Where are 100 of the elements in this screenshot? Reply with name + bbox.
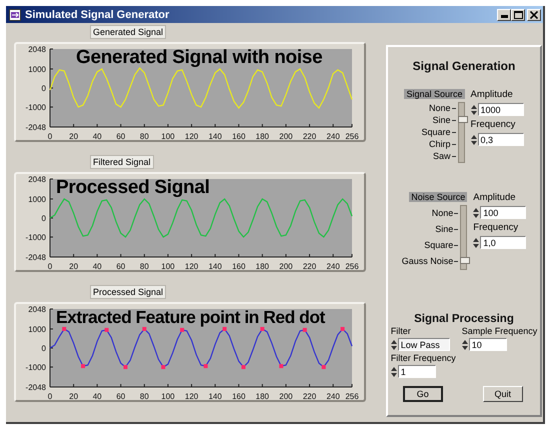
number-field[interactable]: 10 bbox=[468, 338, 507, 351]
y-tick-label: 1000 bbox=[28, 64, 46, 74]
slider-label: Signal Source bbox=[404, 89, 465, 99]
section-title: Signal Generation bbox=[412, 59, 516, 73]
x-tick-label: 0 bbox=[48, 132, 52, 141]
graph-caption: Extracted Feature point in Red dot bbox=[56, 307, 325, 328]
app-icon bbox=[9, 8, 21, 20]
x-tick-label: 120 bbox=[184, 392, 198, 401]
x-tick-label: 180 bbox=[256, 132, 270, 141]
x-tick-label: 20 bbox=[69, 132, 78, 141]
section-title: Signal Processing bbox=[414, 313, 514, 325]
y-tick-label: 2048 bbox=[28, 175, 46, 184]
feature-point bbox=[142, 326, 146, 331]
feature-point bbox=[180, 328, 184, 332]
x-tick-label: 80 bbox=[140, 132, 149, 141]
x-tick-label: 180 bbox=[256, 262, 270, 271]
slider-option[interactable]: Square bbox=[421, 126, 465, 138]
field-label: Amplitude bbox=[470, 89, 514, 100]
x-tick-label: 256 bbox=[345, 132, 359, 141]
x-tick-label: 220 bbox=[302, 392, 316, 401]
x-tick-label: 200 bbox=[279, 392, 293, 401]
field-label: Frequency bbox=[473, 222, 520, 233]
slider-option[interactable]: Gauss Noise bbox=[402, 253, 468, 269]
number-field[interactable]: 100 bbox=[480, 206, 526, 219]
slider-label: Noise Source bbox=[409, 192, 468, 202]
y-tick-label: 0 bbox=[42, 214, 46, 223]
maximize-button[interactable] bbox=[511, 8, 525, 20]
x-tick-label: 140 bbox=[208, 262, 222, 271]
x-tick-label: 220 bbox=[302, 262, 316, 271]
x-tick-label: 20 bbox=[69, 392, 78, 401]
field-label: Sample Frequency bbox=[462, 326, 538, 336]
option-label: Chirp bbox=[429, 139, 451, 149]
slider-option[interactable]: Chirp bbox=[421, 138, 465, 150]
option-label: Square bbox=[421, 127, 451, 137]
window-title: Simulated Signal Generator bbox=[25, 8, 170, 20]
slider-option[interactable]: Saw bbox=[421, 150, 465, 162]
x-tick-label: 220 bbox=[302, 132, 316, 141]
number-field[interactable]: 1,0 bbox=[480, 236, 526, 249]
x-tick-label: 140 bbox=[208, 132, 222, 141]
feature-point bbox=[124, 365, 128, 370]
y-tick-label: 0 bbox=[42, 344, 46, 353]
x-tick-label: 160 bbox=[232, 392, 246, 401]
y-tick-label: -1000 bbox=[26, 363, 46, 372]
feature-point bbox=[322, 365, 326, 370]
x-tick-label: 40 bbox=[92, 392, 102, 401]
y-tick-label: 1000 bbox=[28, 324, 46, 334]
x-tick-label: 60 bbox=[116, 132, 126, 141]
option-label: Gauss Noise bbox=[402, 256, 454, 266]
x-tick-label: 80 bbox=[140, 262, 149, 271]
action-button[interactable]: Quit bbox=[482, 386, 523, 402]
x-tick-label: 40 bbox=[92, 132, 102, 141]
feature-point bbox=[241, 365, 246, 370]
maximize-icon bbox=[514, 10, 522, 18]
action-button[interactable]: Go bbox=[402, 386, 443, 402]
close-icon bbox=[530, 10, 538, 18]
minimize-button[interactable] bbox=[497, 8, 511, 20]
graph-label: Processed Signal bbox=[90, 285, 166, 299]
slider-option[interactable]: None bbox=[402, 205, 468, 221]
y-tick-label: 1000 bbox=[28, 194, 46, 204]
filter-selector[interactable]: Low Pass bbox=[398, 338, 450, 351]
feature-point bbox=[222, 326, 227, 331]
feature-point bbox=[204, 364, 208, 368]
y-tick-label: -1000 bbox=[26, 103, 46, 112]
feature-point bbox=[81, 364, 86, 368]
feature-point bbox=[104, 328, 109, 332]
option-label: Square bbox=[424, 240, 454, 250]
x-tick-label: 120 bbox=[184, 132, 198, 141]
feature-point bbox=[62, 326, 66, 331]
field-label: Filter Frequency bbox=[390, 353, 456, 363]
x-tick-label: 100 bbox=[161, 132, 175, 141]
close-button[interactable] bbox=[527, 8, 541, 20]
number-field[interactable]: 1000 bbox=[478, 103, 524, 116]
number-field[interactable]: 1 bbox=[398, 365, 436, 378]
minimize-icon bbox=[500, 14, 508, 18]
slider-thumb[interactable] bbox=[460, 256, 470, 264]
y-tick-label: 2048 bbox=[28, 45, 46, 54]
x-tick-label: 60 bbox=[116, 262, 126, 271]
y-tick-label: -1000 bbox=[26, 233, 46, 242]
graph-label: Generated Signal bbox=[90, 25, 166, 39]
slider-thumb[interactable] bbox=[458, 116, 468, 123]
x-tick-label: 20 bbox=[69, 262, 78, 271]
x-tick-label: 240 bbox=[326, 262, 340, 271]
slider-option[interactable]: Square bbox=[402, 237, 468, 253]
y-tick-label: 2048 bbox=[28, 305, 46, 314]
graph-caption: Generated Signal with noise bbox=[76, 47, 322, 69]
field-label: Filter bbox=[390, 326, 411, 336]
slider-option[interactable]: Sine bbox=[402, 221, 468, 237]
x-tick-label: 140 bbox=[208, 392, 222, 401]
x-tick-label: 160 bbox=[232, 262, 246, 271]
x-tick-label: 100 bbox=[161, 262, 175, 271]
x-tick-label: 40 bbox=[92, 262, 102, 271]
x-tick-label: 180 bbox=[256, 392, 270, 401]
graph-label: Filtered Signal bbox=[90, 155, 154, 169]
slider-option[interactable]: None bbox=[421, 102, 465, 114]
number-field[interactable]: 0,3 bbox=[478, 133, 524, 146]
slider-option[interactable]: Sine bbox=[421, 114, 465, 126]
x-tick-label: 256 bbox=[345, 392, 359, 401]
x-tick-label: 60 bbox=[116, 392, 126, 401]
x-tick-label: 200 bbox=[279, 262, 293, 271]
option-label: Sine bbox=[432, 115, 451, 125]
